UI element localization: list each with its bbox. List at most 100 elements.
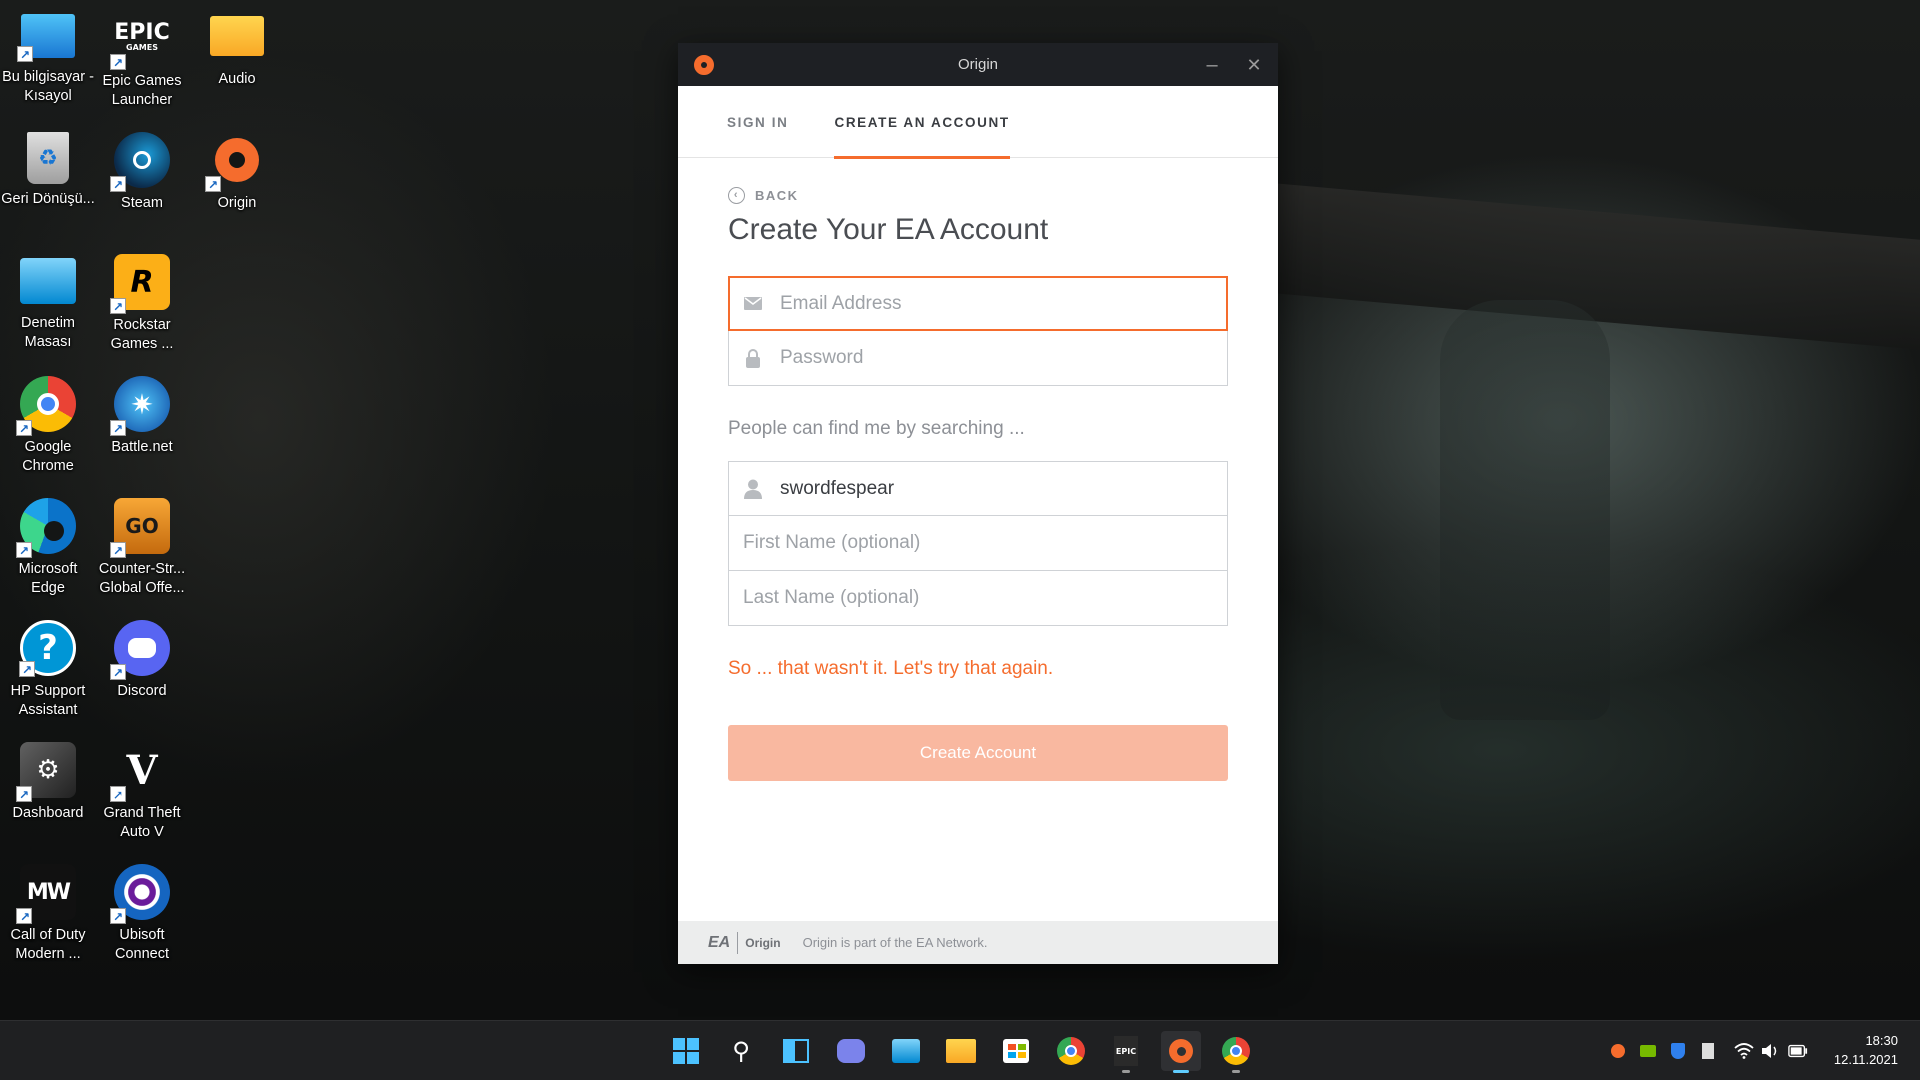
desktop-icon-steam[interactable]: ↗ Steam (94, 122, 190, 234)
desktop-icon-chrome[interactable]: ↗ Google Chrome (0, 366, 96, 478)
desktop-icon-label: Discord (117, 683, 167, 699)
clock-date: 12.11.2021 (1833, 1052, 1898, 1067)
back-button[interactable]: ‹ BACK (728, 187, 1228, 204)
close-button[interactable]: ✕ (1240, 51, 1268, 79)
footer-text: Origin is part of the EA Network. (802, 935, 988, 950)
desktop-icon-call-of-duty[interactable]: MW ↗ Call of Duty Modern ... (0, 854, 96, 966)
control-panel-icon (892, 1039, 920, 1063)
start-button[interactable] (666, 1031, 706, 1071)
tray-security-shield-icon[interactable] (1668, 1041, 1688, 1061)
tray-epic-games-icon[interactable] (1698, 1041, 1718, 1061)
wifi-icon[interactable] (1734, 1041, 1754, 1061)
lock-icon (743, 348, 763, 368)
desktop-icon-origin[interactable]: ↗ Origin (189, 122, 285, 234)
tray-nvidia-icon[interactable] (1638, 1041, 1658, 1061)
desktop-icon-battlenet[interactable]: ✷ ↗ Battle.net (94, 366, 190, 478)
taskbar-chrome[interactable] (1051, 1031, 1091, 1071)
taskbar-epic-games[interactable]: EPIC (1106, 1031, 1146, 1073)
email-placeholder: Email Address (780, 292, 902, 314)
desktop-icon-gta-v[interactable]: V ↗ Grand Theft Auto V (94, 732, 190, 844)
desktop-icon-dashboard[interactable]: ⚙ ↗ Dashboard (0, 732, 96, 844)
email-field[interactable]: Email Address (728, 276, 1228, 331)
taskbar-control-panel[interactable] (886, 1031, 926, 1071)
taskbar-store[interactable] (996, 1031, 1036, 1071)
desktop-icon-hp-support[interactable]: ? ↗ HP Support Assistant (0, 610, 96, 722)
last-name-placeholder: Last Name (optional) (743, 587, 920, 608)
volume-icon[interactable] (1760, 1041, 1780, 1061)
teams-chat-icon (837, 1039, 865, 1063)
control-panel-icon (20, 258, 76, 304)
taskbar-file-explorer[interactable] (941, 1031, 981, 1071)
desktop-icon-label: Steam (121, 195, 163, 211)
first-name-field[interactable]: First Name (optional) (728, 516, 1228, 571)
recycle-bin-icon: ♻ (27, 132, 69, 184)
taskbar-clock[interactable]: 18:30 12.11.2021 (1834, 1031, 1898, 1069)
rockstar-icon: R ↗ (110, 254, 170, 314)
desktop-icon-audio[interactable]: Audio (189, 0, 285, 112)
desktop-icon-label: Audio (218, 71, 256, 87)
search-icon: ⚲ (732, 1037, 750, 1065)
gta-logo-text: V (126, 746, 158, 794)
taskbar: ⚲ EPIC 18:30 12.11.2021 (0, 1020, 1920, 1080)
active-indicator (1173, 1070, 1189, 1073)
last-name-field[interactable]: Last Name (optional) (728, 571, 1228, 626)
running-indicator (1232, 1070, 1240, 1073)
desktop-icon-this-pc[interactable]: ↗ Bu bilgisayar - Kısayol (0, 0, 96, 112)
epic-logo-subtext: GAMES (126, 43, 158, 52)
taskbar-chrome-2[interactable] (1216, 1031, 1256, 1073)
minimize-button[interactable]: – (1198, 51, 1226, 79)
origin-icon (1169, 1039, 1193, 1063)
desktop-icon-label: Dashboard (12, 805, 84, 821)
battery-icon[interactable] (1788, 1041, 1808, 1061)
cod-logo-text: MW (26, 879, 71, 905)
desktop-icon-label: Rockstar Games ... (110, 317, 174, 352)
error-message: So ... that wasn't it. Let's try that ag… (728, 658, 1054, 679)
origin-logo-icon (694, 55, 714, 75)
taskbar-chat[interactable] (831, 1031, 871, 1071)
desktop-icon-csgo[interactable]: GO ↗ Counter-Str... Global Offe... (94, 488, 190, 600)
tab-create-account[interactable]: CREATE AN ACCOUNT (834, 86, 1010, 159)
username-value: swordfespear (780, 477, 895, 499)
desktop-icon-rockstar[interactable]: R ↗ Rockstar Games ... (94, 244, 190, 356)
taskbar-search[interactable]: ⚲ (721, 1031, 761, 1071)
desktop-icon-label: Bu bilgisayar - Kısayol (2, 69, 94, 104)
desktop-icon-ubisoft[interactable]: ↗ Ubisoft Connect (94, 854, 190, 966)
back-label: BACK (755, 188, 799, 203)
wallpaper-figure (1440, 300, 1610, 720)
chrome-icon (1222, 1037, 1250, 1065)
desktop-icon-label: Grand Theft Auto V (103, 805, 181, 840)
desktop-icon-label: Battle.net (111, 439, 173, 455)
username-field[interactable]: swordfespear (728, 461, 1228, 516)
desktop-icon-label: Counter-Str... Global Offe... (98, 561, 186, 596)
profile-group: swordfespear First Name (optional) Last … (728, 461, 1228, 626)
desktop-icon-control-panel[interactable]: Denetim Masası (0, 244, 96, 356)
desktop-icon-edge[interactable]: ↗ Microsoft Edge (0, 488, 96, 600)
microsoft-store-icon (1003, 1039, 1029, 1063)
user-icon (743, 479, 763, 499)
running-indicator (1122, 1070, 1130, 1073)
chrome-icon: ↗ (16, 376, 76, 436)
start-icon (673, 1038, 699, 1064)
chrome-icon (1057, 1037, 1085, 1065)
tray-origin-icon[interactable] (1608, 1041, 1628, 1061)
desktop-icon-recycle-bin[interactable]: ♻ Geri Dönüşü... (0, 122, 96, 234)
widgets-icon (783, 1039, 809, 1063)
ea-logo: EA (708, 933, 731, 951)
password-field[interactable]: Password (728, 331, 1228, 386)
taskbar-origin[interactable] (1161, 1031, 1201, 1073)
window-footer: EA Origin Origin is part of the EA Netwo… (678, 921, 1278, 964)
taskbar-widgets[interactable] (776, 1031, 816, 1071)
window-titlebar[interactable]: Origin – ✕ (678, 43, 1278, 86)
desktop-icon-discord[interactable]: ↗ Discord (94, 610, 190, 722)
desktop-icon-label: Call of Duty Modern ... (10, 927, 86, 962)
desktop-icon-label: Microsoft Edge (18, 561, 78, 596)
call-of-duty-icon: MW ↗ (16, 864, 76, 924)
window-title: Origin (957, 56, 998, 73)
chevron-left-icon: ‹ (728, 187, 745, 204)
tab-sign-in[interactable]: SIGN IN (727, 86, 788, 158)
desktop-icon-label: HP Support Assistant (10, 683, 86, 718)
desktop-icons: ↗ Bu bilgisayar - Kısayol EPIC GAMES ↗ E… (0, 0, 264, 1015)
desktop-icon-epic-games[interactable]: EPIC GAMES ↗ Epic Games Launcher (94, 0, 190, 112)
first-name-placeholder: First Name (optional) (743, 532, 921, 553)
create-account-button[interactable]: Create Account (728, 725, 1228, 781)
